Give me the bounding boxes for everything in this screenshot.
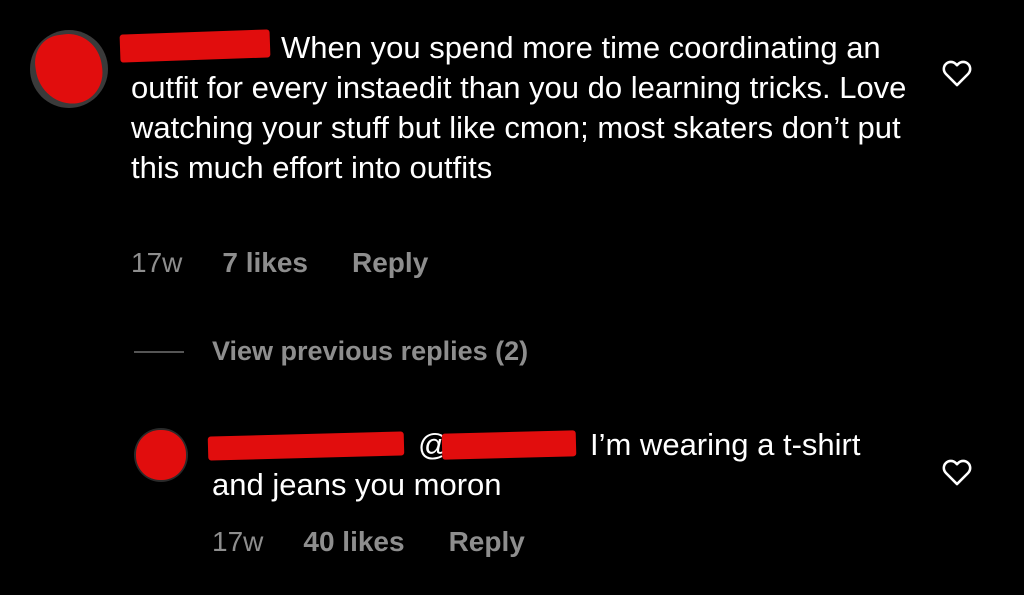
comment-time: 17w <box>131 247 183 278</box>
comment-meta: 17w 7 likes Reply <box>131 247 428 279</box>
comment-body: When you spend more time coordinating an… <box>131 28 911 188</box>
replier-avatar[interactable] <box>134 428 188 482</box>
view-previous-replies[interactable]: View previous replies (2) <box>134 336 528 367</box>
comment-thread: When you spend more time coordinating an… <box>0 0 1024 595</box>
divider-line <box>134 350 184 353</box>
mention-redaction <box>441 430 577 460</box>
reply-meta: 17w 40 likes Reply <box>212 526 525 558</box>
redaction-mark <box>31 30 107 108</box>
reply-likes[interactable]: 40 likes <box>303 526 404 558</box>
reply-time: 17w <box>212 526 264 557</box>
heart-icon[interactable] <box>940 56 974 90</box>
reply-reply-button[interactable]: Reply <box>449 526 525 558</box>
view-previous-replies-label[interactable]: View previous replies (2) <box>212 336 528 367</box>
comment-likes[interactable]: 7 likes <box>222 247 308 279</box>
heart-icon[interactable] <box>940 455 974 489</box>
comment-reply-button[interactable]: Reply <box>352 247 428 279</box>
redaction-mark <box>136 430 186 480</box>
comment-text: When you spend more time coordinating an… <box>131 30 907 185</box>
commenter-avatar[interactable] <box>30 30 108 108</box>
